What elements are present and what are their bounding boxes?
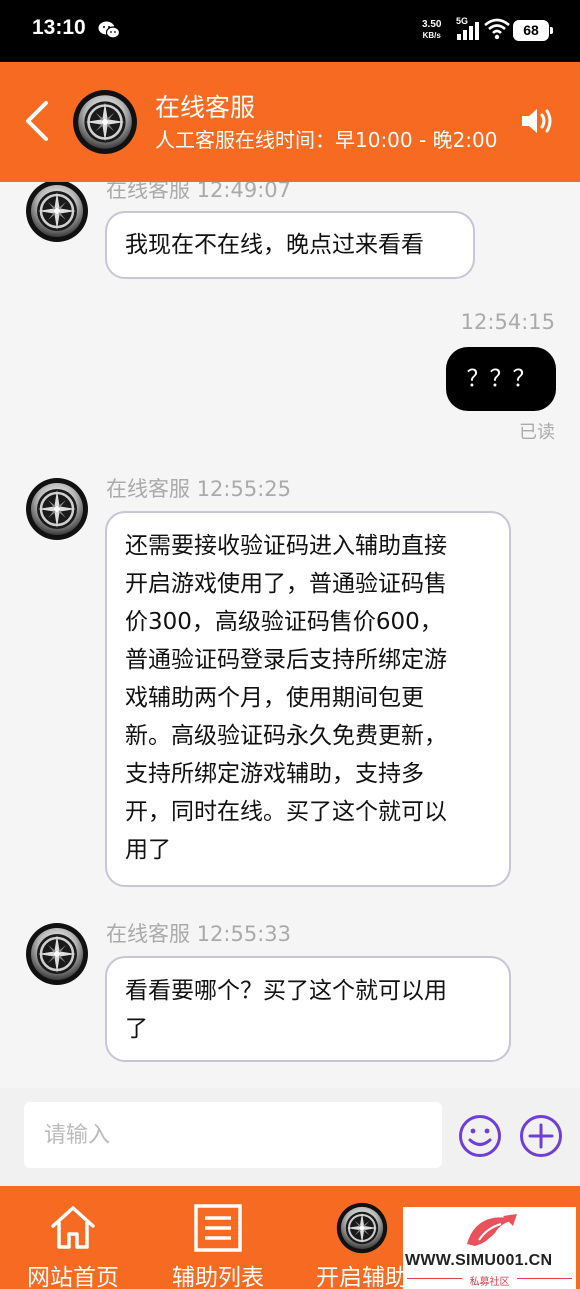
- message-meta: 在线客服 12:49:07: [106, 182, 291, 204]
- message-text: ？？？: [466, 366, 536, 392]
- divider: [517, 1278, 572, 1279]
- message-line: 开，同时在线。买了这个就可以: [125, 799, 447, 825]
- message-meta: 在线客服 12:55:25: [106, 473, 291, 503]
- signal-icon: [457, 22, 479, 40]
- nav-item-home[interactable]: 网站首页: [3, 1186, 143, 1289]
- network-speed: 3.50 KB/s: [422, 19, 441, 41]
- compass-logo-icon: [336, 1202, 388, 1254]
- sender-name: 在线客服: [106, 477, 190, 501]
- chat-header: 在线客服 人工客服在线时间：早10:00 - 晚2:00: [0, 62, 580, 182]
- message-time: 12:49:07: [196, 182, 292, 202]
- message-line: 价300，高级验证码售价600，: [125, 609, 443, 635]
- sender-name: 在线客服: [106, 922, 190, 946]
- agent-avatar: [72, 89, 138, 155]
- status-bar: 13:10 3.50 KB/s 5G 68: [0, 0, 580, 62]
- page-title: 在线客服: [155, 93, 256, 122]
- wifi-icon: [484, 18, 510, 40]
- agent-avatar[interactable]: [25, 477, 89, 541]
- nav-label: 辅助列表: [172, 1265, 264, 1289]
- message-meta: 在线客服 12:55:33: [106, 918, 291, 948]
- nav-label: 网站首页: [27, 1265, 119, 1289]
- outgoing-message-bubble[interactable]: ？？？: [446, 347, 556, 411]
- watermark: WWW.SIMU001.CN 私募社区: [403, 1207, 576, 1289]
- speaker-icon[interactable]: [519, 105, 555, 137]
- read-status: 已读: [519, 422, 555, 443]
- composer-bar: [0, 1088, 580, 1186]
- message-time: 12:54:15: [460, 310, 555, 334]
- emoji-icon[interactable]: [458, 1114, 502, 1158]
- message-time: 12:55:25: [196, 477, 292, 501]
- sender-name: 在线客服: [106, 182, 190, 202]
- status-time: 13:10: [32, 16, 86, 39]
- message-line: 支持所绑定游戏辅助，支持多: [125, 761, 424, 787]
- battery-indicator: 68: [513, 20, 553, 41]
- message-line: 戏辅助两个月，使用期间包更: [125, 685, 424, 711]
- message-line: 新。高级验证码永久免费更新，: [125, 723, 447, 749]
- list-icon: [194, 1204, 242, 1252]
- watermark-text: WWW.SIMU001.CN: [405, 1252, 553, 1269]
- service-hours: 人工客服在线时间：早10:00 - 晚2:00: [155, 128, 498, 152]
- message-line: 普通验证码登录后支持所绑定游: [125, 647, 447, 673]
- message-line: 用了: [125, 837, 171, 863]
- message-line: 了: [125, 1016, 148, 1042]
- wechat-icon: [98, 21, 120, 39]
- network-speed-unit: KB/s: [422, 31, 441, 40]
- network-speed-value: 3.50: [422, 19, 442, 30]
- message-line: 看看要哪个？买了这个就可以用: [125, 978, 447, 1004]
- incoming-message-bubble[interactable]: 我现在不在线，晚点过来看看: [105, 211, 475, 279]
- add-icon[interactable]: [519, 1114, 563, 1158]
- message-line: 还需要接收验证码进入辅助直接: [125, 533, 447, 559]
- incoming-message-bubble[interactable]: 看看要哪个？买了这个就可以用 了: [105, 956, 511, 1062]
- message-line: 开启游戏使用了，普通验证码售: [125, 571, 447, 597]
- message-time: 12:55:33: [196, 922, 292, 946]
- nav-item-list[interactable]: 辅助列表: [148, 1186, 288, 1289]
- message-list[interactable]: 在线客服 12:49:07 我现在不在线，晚点过来看看 12:54:15 ？？？…: [0, 182, 580, 1088]
- agent-avatar[interactable]: [25, 182, 89, 243]
- incoming-message-bubble[interactable]: 还需要接收验证码进入辅助直接 开启游戏使用了，普通验证码售 价300，高级验证码…: [105, 511, 511, 887]
- watermark-subtitle: 私募社区: [469, 1277, 510, 1288]
- agent-avatar[interactable]: [25, 922, 89, 986]
- watermark-logo-icon: [467, 1214, 517, 1246]
- message-text: 我现在不在线，晚点过来看看: [125, 232, 424, 258]
- home-icon: [51, 1206, 95, 1249]
- back-arrow-icon[interactable]: [22, 100, 52, 142]
- message-input[interactable]: [24, 1102, 442, 1168]
